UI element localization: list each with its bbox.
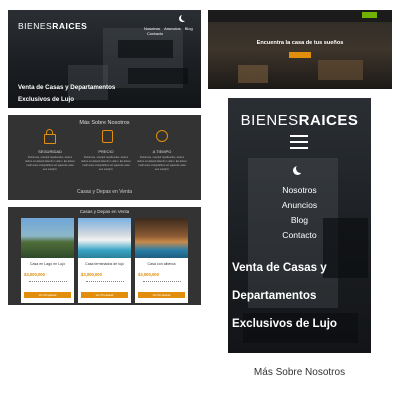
listings-title: Casas y Depas en Venta	[79, 209, 130, 214]
desktop-nav: Nosotros Anuncios Blog Contacto	[144, 26, 201, 36]
nav-link-anuncios[interactable]: Anuncios	[228, 198, 371, 213]
listing-image	[135, 218, 188, 258]
feature-label-seguridad: SEGURIDAD	[38, 149, 62, 154]
listing-price: $3,000,000	[81, 272, 102, 277]
listing-card: Casa con alberca $3,000,000 Ver Propieda…	[135, 218, 188, 303]
headline-line: Venta de Casas y	[232, 261, 327, 274]
features-subtitle: Casas y Depas en Venta	[76, 189, 133, 195]
listing-image	[78, 218, 131, 258]
feature-text-precio: Possimus, suscipit repellendus. Autem do…	[81, 156, 131, 171]
features-screenshot: Más Sobre Nosotros SEGURIDAD PRECIO A TI…	[8, 115, 201, 200]
blog-hero-title: Encuentra la casa de tus sueños	[256, 40, 344, 46]
feature-label-precio: PRECIO	[98, 149, 114, 154]
moon-icon[interactable]	[296, 164, 305, 173]
lock-icon	[44, 134, 56, 144]
nav-green-button[interactable]	[362, 12, 377, 18]
listing-title: Casa con alberca	[147, 262, 176, 266]
clock-icon	[156, 130, 168, 142]
site-logo[interactable]: BIENESRAICES	[18, 21, 87, 31]
headline-line: Departamentos	[232, 289, 317, 302]
nav-link-blog[interactable]: Blog	[228, 213, 371, 228]
moon-icon[interactable]	[181, 14, 188, 21]
listing-price: $3,000,000	[24, 272, 45, 277]
mobile-screenshot: BIENESRAICES Nosotros Anuncios Blog Cont…	[228, 98, 371, 353]
feature-text-a-tiempo: Possimus, suscipit repellendus. Autem do…	[137, 156, 187, 171]
listing-button[interactable]: Ver Propiedad	[81, 292, 128, 298]
listing-button[interactable]: Ver Propiedad	[138, 292, 185, 298]
nav-link-blog[interactable]: Blog	[185, 26, 193, 31]
listing-icons	[29, 281, 67, 286]
nav-link-anuncios[interactable]: Anuncios	[164, 26, 180, 31]
blog-hero-button[interactable]	[289, 52, 311, 58]
listings-screenshot: Casas y Depas en Venta Casa en Lago en L…	[8, 207, 201, 305]
features-title: Más Sobre Nosotros	[79, 120, 130, 126]
blog-header-screenshot: Encuentra la casa de tus sueños	[208, 10, 392, 89]
nav-link-nosotros[interactable]: Nosotros	[228, 183, 371, 198]
nav-link-contacto[interactable]: Contacto	[147, 31, 163, 36]
listing-icons	[143, 281, 181, 286]
mobile-headline: Venta de Casas y Departamentos Exclusivo…	[232, 254, 367, 338]
headline-line: Exclusivos de Lujo	[232, 317, 338, 330]
hamburger-icon[interactable]	[290, 135, 308, 149]
price-tag-icon	[102, 130, 113, 143]
listing-card: Casa en Lago en Lujo $3,000,000 Ver Prop…	[21, 218, 74, 303]
listing-title: Casa terminados de lujo	[85, 262, 124, 266]
feature-label-a-tiempo: A TIEMPO	[152, 149, 172, 154]
listing-price: $3,000,000	[138, 272, 159, 277]
mobile-logo[interactable]: BIENESRAICES	[228, 112, 371, 129]
listing-card: Casa terminados de lujo $3,000,000 Ver P…	[78, 218, 131, 303]
mobile-below-title: Más Sobre Nosotros	[253, 367, 346, 377]
listing-icons	[86, 281, 124, 286]
hero-headline: Venta de Casas y Departamentos Exclusivo…	[18, 84, 116, 103]
desktop-header-screenshot: BIENESRAICES Nosotros Anuncios Blog Cont…	[8, 10, 201, 108]
mobile-nav: Nosotros Anuncios Blog Contacto	[228, 183, 371, 243]
listing-button[interactable]: Ver Propiedad	[24, 292, 71, 298]
listing-image	[21, 218, 74, 258]
feature-text-seguridad: Possimus, suscipit repellendus. Autem do…	[25, 156, 75, 171]
listing-title: Casa en Lago en Lujo	[29, 262, 66, 266]
nav-link-contacto[interactable]: Contacto	[228, 228, 371, 243]
